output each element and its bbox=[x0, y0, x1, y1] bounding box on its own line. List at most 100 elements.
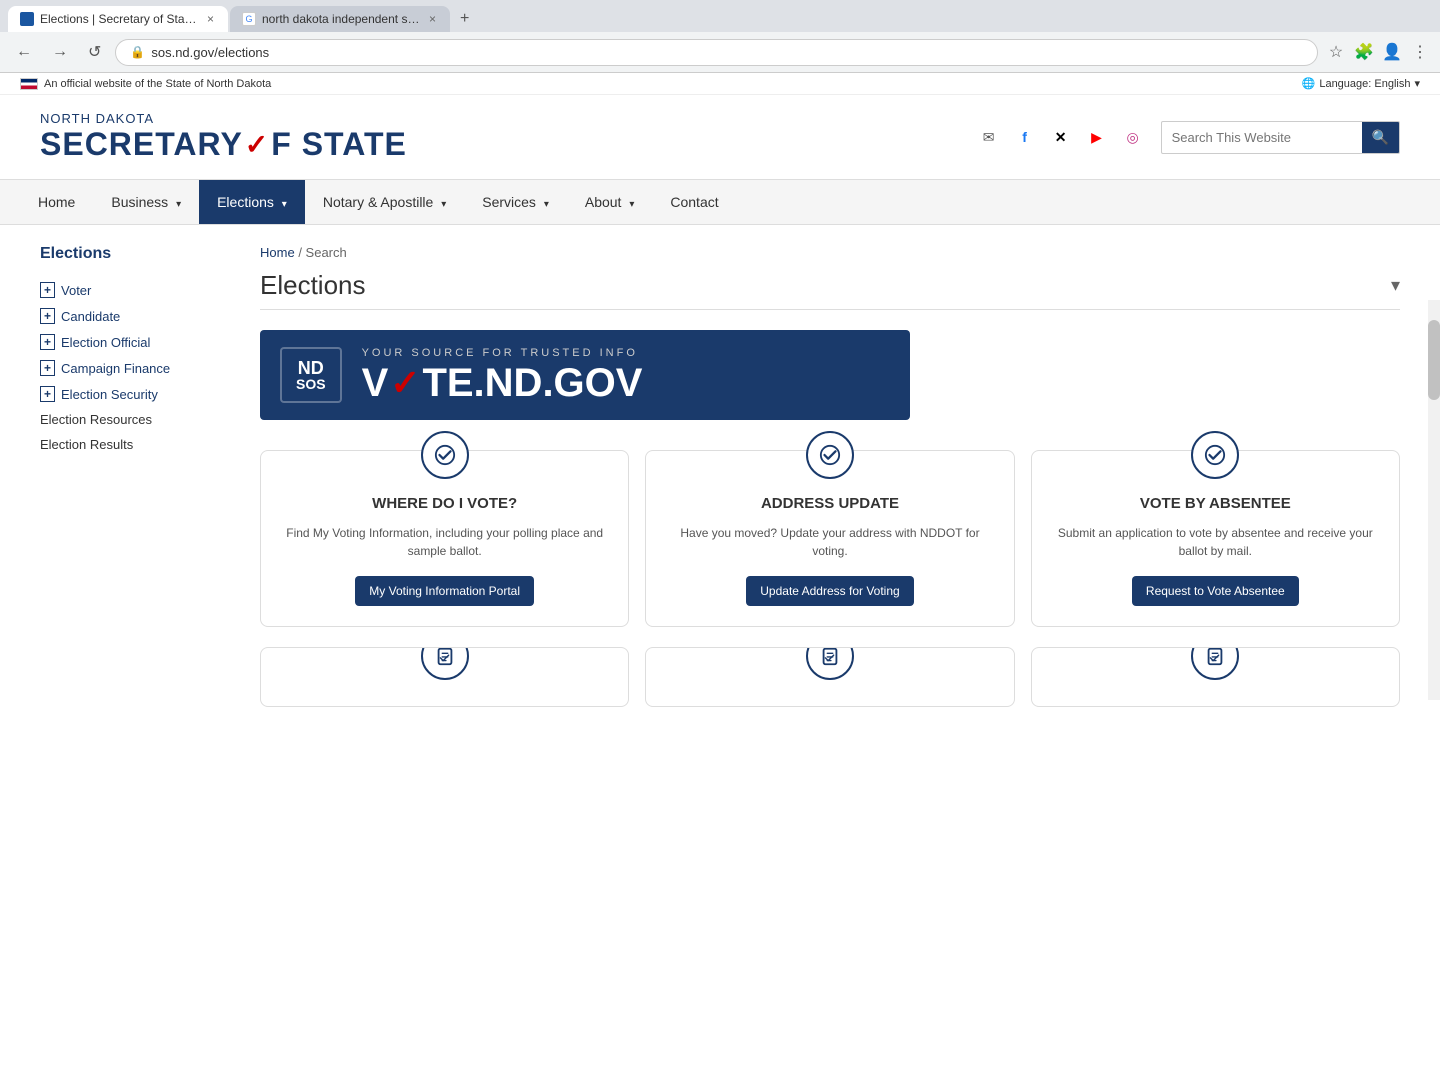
forward-button[interactable]: → bbox=[46, 39, 74, 65]
back-button[interactable]: ← bbox=[10, 39, 38, 65]
sidebar-item-election-security[interactable]: + Election Security bbox=[40, 381, 240, 407]
nav-item-notary[interactable]: Notary & Apostille ▾ bbox=[305, 180, 464, 224]
banner-text: YOUR SOURCE FOR TRUSTED INFO V ✓ TE.ND.G… bbox=[362, 347, 643, 403]
nav-link-elections[interactable]: Elections ▾ bbox=[199, 180, 305, 224]
sidebar-item-voter[interactable]: + Voter bbox=[40, 277, 240, 303]
address-bar[interactable]: 🔒 sos.nd.gov/elections bbox=[115, 39, 1318, 66]
banner-logo-nd: ND bbox=[296, 359, 326, 377]
card-partial-2 bbox=[645, 647, 1014, 707]
sidebar-link-election-security[interactable]: + Election Security bbox=[40, 386, 240, 402]
tab-favicon-2: G bbox=[242, 12, 256, 26]
card-desc-3: Submit an application to vote by absente… bbox=[1048, 524, 1383, 560]
social-icons: ✉ f ✕ ▶ ◎ bbox=[975, 123, 1147, 151]
sidebar-item-election-official[interactable]: + Election Official bbox=[40, 329, 240, 355]
card-btn-3[interactable]: Request to Vote Absentee bbox=[1132, 576, 1299, 606]
x-twitter-icon[interactable]: ✕ bbox=[1047, 123, 1075, 151]
browser-toolbar: ← → ↺ 🔒 sos.nd.gov/elections ☆ 🧩 👤 ⋮ bbox=[0, 32, 1440, 73]
nav-item-elections[interactable]: Elections ▾ bbox=[199, 180, 305, 224]
expand-icon: + bbox=[40, 334, 55, 350]
nav-item-business[interactable]: Business ▾ bbox=[93, 180, 199, 224]
card-btn-2[interactable]: Update Address for Voting bbox=[746, 576, 913, 606]
card-partial-3 bbox=[1031, 647, 1400, 707]
browser-tabs: Elections | Secretary of State | N... × … bbox=[8, 6, 1432, 32]
sidebar-link-campaign-finance[interactable]: + Campaign Finance bbox=[40, 360, 240, 376]
tab-close-2[interactable]: × bbox=[427, 12, 438, 26]
nav-link-services[interactable]: Services ▾ bbox=[464, 180, 567, 224]
sidebar-link-voter[interactable]: + Voter bbox=[40, 282, 240, 298]
nav-item-home[interactable]: Home bbox=[20, 180, 93, 224]
chevron-down-icon: ▾ bbox=[282, 199, 287, 210]
logo-text-2: F STATE bbox=[271, 126, 407, 163]
header: NORTH DAKOTA SECRETARY ✓ F STATE ✉ f ✕ ▶… bbox=[0, 95, 1440, 179]
nav-link-business[interactable]: Business ▾ bbox=[93, 180, 199, 224]
main-content: Elections + Voter + Candidate + bbox=[0, 225, 1440, 727]
banner-image: ND SOS YOUR SOURCE FOR TRUSTED INFO V ✓ … bbox=[260, 330, 910, 420]
sidebar-link-election-official[interactable]: + Election Official bbox=[40, 334, 240, 350]
language-selector[interactable]: 🌐 Language: English ▾ bbox=[1302, 77, 1420, 90]
instagram-icon[interactable]: ◎ bbox=[1119, 123, 1147, 151]
card-address-update: ADDRESS UPDATE Have you moved? Update yo… bbox=[645, 450, 1014, 627]
sidebar-link-candidate[interactable]: + Candidate bbox=[40, 308, 240, 324]
add-tab-button[interactable]: + bbox=[452, 6, 477, 32]
card-check-icon-1 bbox=[421, 431, 469, 479]
youtube-icon[interactable]: ▶ bbox=[1083, 123, 1111, 151]
card-clipboard-icon-1 bbox=[421, 647, 469, 680]
sidebar-item-election-resources[interactable]: Election Resources bbox=[40, 407, 240, 432]
banner-tagline: YOUR SOURCE FOR TRUSTED INFO bbox=[362, 347, 643, 359]
sidebar-item-candidate[interactable]: + Candidate bbox=[40, 303, 240, 329]
card-where-vote: WHERE DO I VOTE? Find My Voting Informat… bbox=[260, 450, 629, 627]
sidebar-list: + Voter + Candidate + Election Official bbox=[40, 277, 240, 457]
chevron-down-icon: ▾ bbox=[1391, 275, 1400, 296]
official-badge: An official website of the State of Nort… bbox=[20, 78, 271, 90]
scrollbar[interactable] bbox=[1428, 300, 1440, 700]
card-vote-absentee: VOTE BY ABSENTEE Submit an application t… bbox=[1031, 450, 1400, 627]
tab-favicon-1 bbox=[20, 12, 34, 26]
tab-close-1[interactable]: × bbox=[205, 12, 216, 26]
nav-bar: Home Business ▾ Elections ▾ Notary & Apo… bbox=[0, 179, 1440, 225]
facebook-icon[interactable]: f bbox=[1011, 123, 1039, 151]
nav-link-home[interactable]: Home bbox=[20, 180, 93, 224]
breadcrumb-home-link[interactable]: Home bbox=[260, 245, 295, 260]
expand-icon: + bbox=[40, 308, 55, 324]
browser-chrome: Elections | Secretary of State | N... × … bbox=[0, 0, 1440, 32]
nav-link-about[interactable]: About ▾ bbox=[567, 180, 653, 224]
card-partial-1 bbox=[260, 647, 629, 707]
scrollbar-thumb[interactable] bbox=[1428, 320, 1440, 400]
logo-text-1: SECRETARY bbox=[40, 126, 243, 163]
nav-link-contact[interactable]: Contact bbox=[652, 180, 736, 224]
sidebar-link-election-results[interactable]: Election Results bbox=[40, 437, 240, 452]
language-label: Language: English bbox=[1319, 78, 1410, 90]
browser-tab-2[interactable]: G north dakota independent stat... × bbox=[230, 6, 450, 32]
breadcrumb-current: Search bbox=[306, 245, 347, 260]
profile-icon[interactable]: 👤 bbox=[1382, 42, 1402, 62]
menu-icon[interactable]: ⋮ bbox=[1410, 42, 1430, 62]
browser-tab-1[interactable]: Elections | Secretary of State | N... × bbox=[8, 6, 228, 32]
expand-icon: + bbox=[40, 386, 55, 402]
card-btn-1[interactable]: My Voting Information Portal bbox=[355, 576, 534, 606]
extensions-icon[interactable]: 🧩 bbox=[1354, 42, 1374, 62]
reload-button[interactable]: ↺ bbox=[82, 38, 107, 66]
nav-item-contact[interactable]: Contact bbox=[652, 180, 736, 224]
bookmark-icon[interactable]: ☆ bbox=[1326, 42, 1346, 62]
top-bar: An official website of the State of Nort… bbox=[0, 73, 1440, 95]
toolbar-icons: ☆ 🧩 👤 ⋮ bbox=[1326, 42, 1430, 62]
search-button[interactable]: 🔍 bbox=[1362, 122, 1399, 153]
nav-item-about[interactable]: About ▾ bbox=[567, 180, 653, 224]
banner-logo-sos: SOS bbox=[296, 377, 326, 391]
expand-icon: + bbox=[40, 360, 55, 376]
breadcrumb: Home / Search bbox=[260, 245, 1400, 260]
sidebar-item-election-results[interactable]: Election Results bbox=[40, 432, 240, 457]
logo-checkmark-icon: ✓ bbox=[245, 128, 269, 161]
vote-domain: TE.ND.GOV bbox=[422, 363, 642, 403]
chevron-down-icon: ▾ bbox=[544, 199, 549, 210]
sidebar-link-election-resources[interactable]: Election Resources bbox=[40, 412, 240, 427]
search-input[interactable] bbox=[1162, 124, 1362, 151]
sidebar-item-campaign-finance[interactable]: + Campaign Finance bbox=[40, 355, 240, 381]
nav-link-notary[interactable]: Notary & Apostille ▾ bbox=[305, 180, 464, 224]
nav-item-services[interactable]: Services ▾ bbox=[464, 180, 567, 224]
globe-icon: 🌐 bbox=[1302, 77, 1316, 90]
official-text: An official website of the State of Nort… bbox=[44, 78, 271, 90]
card-desc-1: Find My Voting Information, including yo… bbox=[277, 524, 612, 560]
nav-list: Home Business ▾ Elections ▾ Notary & Apo… bbox=[0, 180, 1440, 224]
email-icon[interactable]: ✉ bbox=[975, 123, 1003, 151]
